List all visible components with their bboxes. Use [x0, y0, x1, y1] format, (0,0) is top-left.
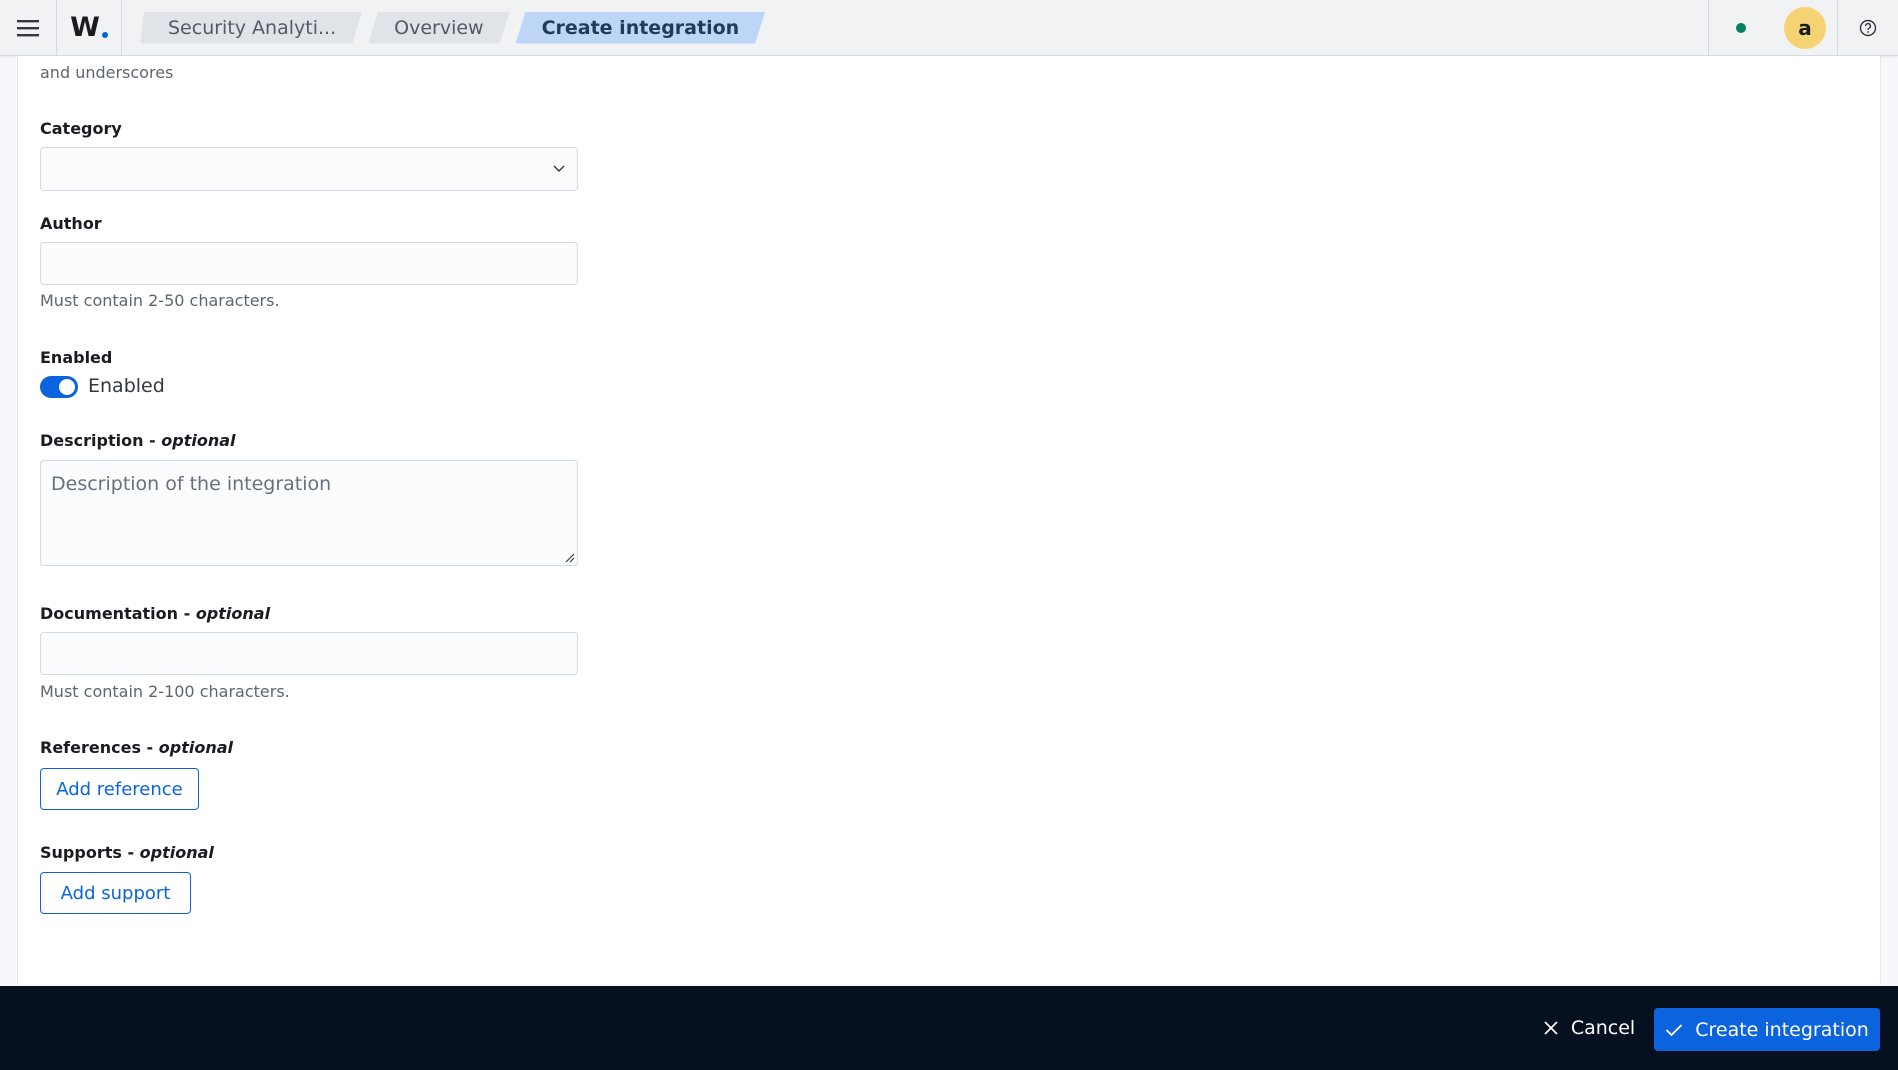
documentation-help-text: Must contain 2-100 characters.: [40, 682, 290, 701]
logo-dot-icon: [101, 31, 108, 38]
supports-label: Supports - optional: [40, 843, 214, 862]
description-label-text: Description -: [40, 431, 162, 450]
author-label: Author: [40, 214, 102, 233]
create-integration-button[interactable]: Create integration: [1654, 1008, 1880, 1051]
cancel-label: Cancel: [1570, 1017, 1636, 1039]
category-select[interactable]: [40, 147, 578, 191]
resize-handle-icon[interactable]: [565, 553, 575, 563]
help-icon: [1859, 19, 1877, 37]
enabled-toggle-label[interactable]: Enabled: [88, 375, 165, 397]
description-placeholder: Description of the integration: [51, 473, 332, 495]
category-label: Category: [40, 119, 122, 138]
check-icon: [1666, 1023, 1683, 1036]
documentation-label-text: Documentation -: [40, 604, 196, 623]
header-actions: a: [1708, 0, 1898, 56]
help-button[interactable]: [1838, 0, 1898, 56]
author-input[interactable]: [40, 242, 578, 285]
hamburger-icon: [17, 19, 39, 36]
supports-label-text: Supports -: [40, 843, 140, 862]
create-integration-label: Create integration: [1695, 1018, 1869, 1041]
create-integration-form: and underscores Category Author Must con…: [17, 56, 1881, 984]
documentation-input[interactable]: [40, 632, 578, 675]
references-optional: optional: [158, 738, 234, 757]
name-help-text: and underscores: [40, 63, 174, 82]
cancel-button[interactable]: Cancel: [1534, 1006, 1644, 1050]
documentation-label: Documentation - optional: [40, 604, 270, 623]
add-support-button[interactable]: Add support: [40, 872, 191, 914]
breadcrumb: Security Analyti... Overview Create inte…: [140, 12, 771, 44]
author-help-text: Must contain 2-50 characters.: [40, 291, 280, 310]
status-dot-icon: [1736, 23, 1746, 33]
close-icon: [1544, 1021, 1558, 1035]
breadcrumb-create-integration: Create integration: [516, 12, 766, 44]
description-label: Description - optional: [40, 431, 236, 450]
references-label-text: References -: [40, 738, 159, 757]
chevron-down-icon: [553, 165, 565, 172]
enabled-label: Enabled: [40, 348, 113, 367]
toggle-knob: [59, 379, 75, 395]
user-menu-button[interactable]: a: [1773, 0, 1837, 56]
breadcrumb-security-analytics[interactable]: Security Analyti...: [140, 12, 362, 44]
description-textarea[interactable]: Description of the integration: [40, 460, 578, 566]
header-divider: [121, 0, 122, 56]
status-indicator[interactable]: [1709, 0, 1773, 56]
add-reference-button[interactable]: Add reference: [40, 768, 199, 810]
references-label: References - optional: [40, 738, 233, 757]
breadcrumb-overview[interactable]: Overview: [368, 12, 509, 44]
app-logo[interactable]: W: [57, 5, 121, 51]
top-header: W Security Analyti... Overview Create in…: [0, 0, 1898, 56]
logo-letter: W: [70, 12, 100, 43]
supports-optional: optional: [139, 843, 214, 862]
documentation-optional: optional: [195, 604, 271, 623]
enabled-toggle[interactable]: [40, 376, 78, 398]
description-optional: optional: [161, 431, 236, 450]
menu-button[interactable]: [0, 5, 56, 51]
avatar: a: [1784, 7, 1826, 49]
bottom-action-bar: Cancel Create integration: [0, 986, 1898, 1070]
